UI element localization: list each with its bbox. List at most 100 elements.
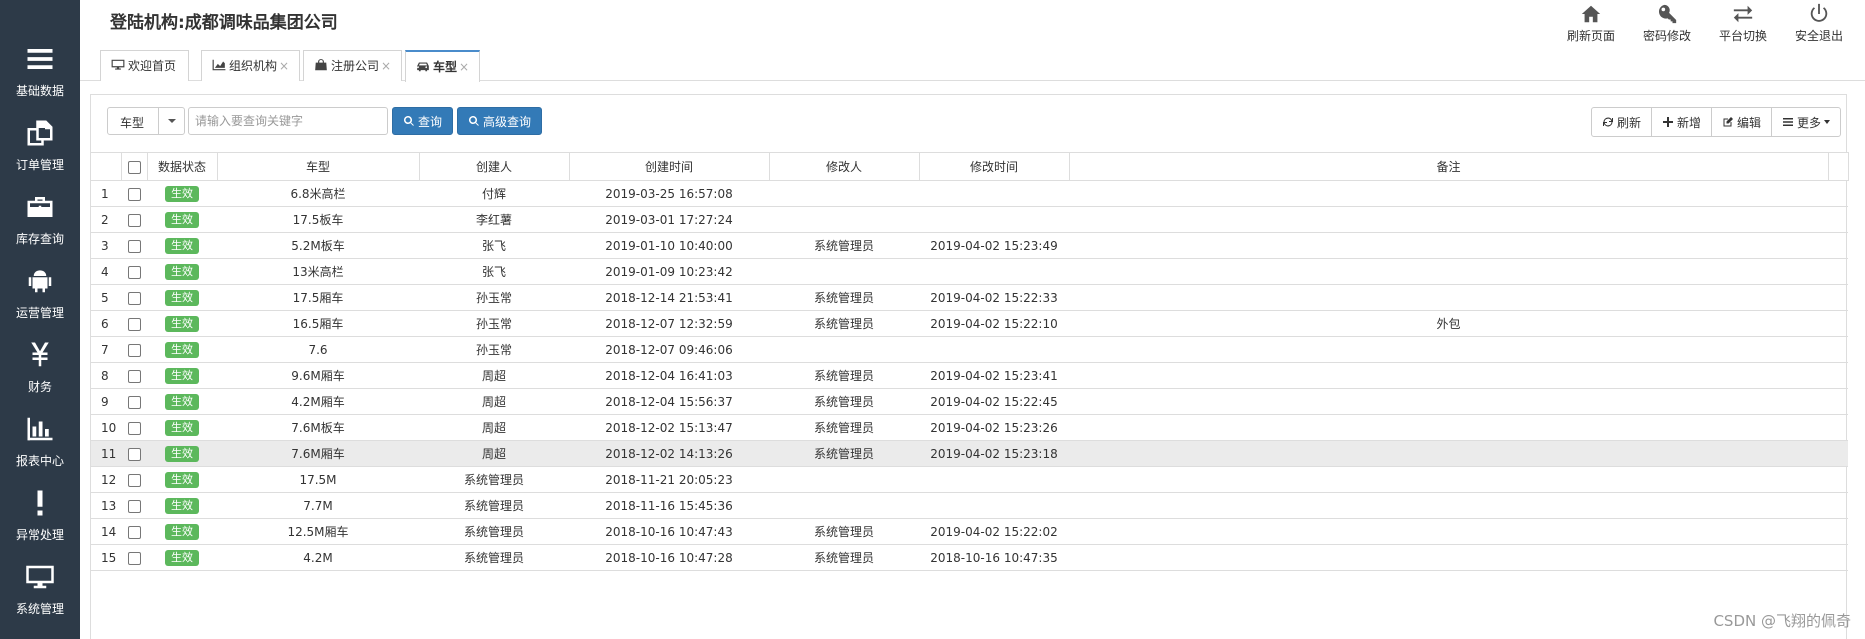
table-row[interactable]: 8 生效 9.6M厢车 周超 2018-12-04 16:41:03 系统管理员 2019-… [91, 362, 1848, 389]
table-row[interactable]: 14 生效 12.5M厢车 系统管理员 2018-10-16 10:47:43 系统管理员… [91, 518, 1848, 545]
desktop-icon [111, 52, 125, 70]
status-badge: 生效 [165, 549, 199, 566]
more-dropdown-label: 更多 [1796, 115, 1821, 130]
chevron-down-icon[interactable] [158, 108, 184, 134]
table-row[interactable]: 11 生效 7.6M厢车 周超 2018-12-02 14:13:26 系统管理员 2019… [91, 440, 1848, 467]
creator-cell: 李红薯 [419, 206, 569, 233]
query-button[interactable]: 查询 [392, 107, 454, 135]
table-row[interactable]: 4 生效 13米高栏 张飞 2019-01-09 10:23:42 [91, 258, 1848, 285]
select-all-checkbox[interactable] [127, 160, 141, 174]
scrollbar-gutter-cell [1828, 232, 1848, 259]
modifier-cell [769, 180, 919, 207]
modifier-cell: 系统管理员 [769, 518, 919, 545]
add-button[interactable]: 新增 [1652, 108, 1712, 136]
modified-time-cell: 2019-04-02 15:23:49 [919, 232, 1069, 259]
row-checkbox[interactable] [127, 291, 141, 305]
note-cell [1069, 544, 1828, 571]
edit-button[interactable]: 编辑 [1712, 108, 1772, 136]
table-row[interactable]: 5 生效 17.5厢车 孙玉常 2018-12-14 21:53:41 系统管理员 2019… [91, 284, 1848, 311]
column-header-modified[interactable]: 修改时间 [919, 152, 1070, 181]
sidebar-item-system[interactable]: 系统管理 [0, 554, 80, 626]
sidebar-item-label: 异常处理 [15, 528, 64, 542]
search-input[interactable] [188, 107, 388, 135]
status-badge: 生效 [165, 471, 199, 488]
status-cell: 生效 [147, 310, 217, 337]
scrollbar-gutter-cell [1828, 284, 1848, 311]
sidebar-item-inventory[interactable]: 库存查询 [0, 184, 80, 256]
sidebar-item-exceptions[interactable]: 异常处理 [0, 480, 80, 552]
table-row[interactable]: 6 生效 16.5厢车 孙玉常 2018-12-07 12:32:59 系统管理员 2019… [91, 310, 1848, 337]
table-row[interactable]: 3 生效 5.2M板车 张飞 2019-01-10 10:40:00 系统管理员 2019-… [91, 232, 1848, 259]
row-number-cell: 2 [91, 206, 121, 233]
table-row[interactable]: 10 生效 7.6M板车 周超 2018-12-02 15:13:47 系统管理员 2019… [91, 414, 1848, 441]
row-number-cell: 7 [91, 336, 121, 363]
note-cell [1069, 206, 1828, 233]
row-checkbox[interactable] [127, 473, 141, 487]
row-checkbox[interactable] [127, 239, 141, 253]
table-row[interactable]: 15 生效 4.2M 系统管理员 2018-10-16 10:47:28 系统管理员 201… [91, 544, 1848, 571]
row-checkbox[interactable] [127, 343, 141, 357]
sidebar-item-basic-data[interactable]: 基础数据 [0, 36, 80, 108]
row-checkbox[interactable] [127, 187, 141, 201]
action-toolbar: 刷新 新增 编辑 更多 [1590, 107, 1841, 137]
model-cell: 4.2M [217, 544, 419, 571]
tab-close-icon[interactable]: × [381, 59, 391, 73]
status-badge: 生效 [165, 497, 199, 514]
row-checkbox[interactable] [127, 499, 141, 513]
row-checkbox[interactable] [127, 317, 141, 331]
caret-down-icon [1824, 120, 1830, 124]
switch-platform-button[interactable]: 平台切换 [1705, 2, 1781, 44]
tab-vehicle-type[interactable]: 车型 × [405, 50, 481, 82]
sidebar-item-reports[interactable]: 报表中心 [0, 406, 80, 478]
scrollbar-gutter-cell [1828, 180, 1848, 207]
table-row[interactable]: 7 生效 7.6 孙玉常 2018-12-07 09:46:06 [91, 336, 1848, 363]
column-header-model[interactable]: 车型 [217, 152, 420, 181]
model-cell: 17.5厢车 [217, 284, 419, 311]
change-password-button[interactable]: 密码修改 [1629, 2, 1705, 44]
scrollbar-gutter-cell [1828, 440, 1848, 467]
creator-cell: 张飞 [419, 258, 569, 285]
advanced-query-button[interactable]: 高级查询 [457, 107, 543, 135]
row-checkbox[interactable] [127, 447, 141, 461]
column-header-note[interactable]: 备注 [1069, 152, 1829, 181]
created-time-cell: 2019-01-10 10:40:00 [569, 232, 769, 259]
column-header-modifier[interactable]: 修改人 [769, 152, 920, 181]
table-row[interactable]: 2 生效 17.5板车 李红薯 2019-03-01 17:27:24 [91, 206, 1848, 233]
tab-close-icon[interactable]: × [459, 60, 469, 74]
refresh-page-button[interactable]: 刷新页面 [1553, 2, 1629, 44]
home-icon [1581, 5, 1601, 23]
row-checkbox[interactable] [127, 421, 141, 435]
sidebar-item-operations[interactable]: 运营管理 [0, 258, 80, 330]
row-checkbox[interactable] [127, 395, 141, 409]
row-number-cell: 6 [91, 310, 121, 337]
column-header-creator[interactable]: 创建人 [419, 152, 570, 181]
table-row[interactable]: 12 生效 17.5M 系统管理员 2018-11-21 20:05:23 [91, 466, 1848, 493]
tab-registered-company[interactable]: 注册公司 × [303, 50, 403, 81]
row-checkbox[interactable] [127, 213, 141, 227]
created-time-cell: 2018-10-16 10:47:43 [569, 518, 769, 545]
column-header-status[interactable]: 数据状态 [147, 152, 218, 181]
row-number-cell: 8 [91, 362, 121, 389]
modified-time-cell: 2018-10-16 10:47:35 [919, 544, 1069, 571]
refresh-button[interactable]: 刷新 [1592, 108, 1652, 136]
table-row[interactable]: 1 生效 6.8米高栏 付辉 2019-03-25 16:57:08 [91, 180, 1848, 207]
logout-button[interactable]: 安全退出 [1781, 2, 1857, 44]
modified-time-cell [919, 258, 1069, 285]
table-row[interactable]: 13 生效 7.7M 系统管理员 2018-11-16 15:45:36 [91, 492, 1848, 519]
tab-welcome[interactable]: 欢迎首页 [100, 50, 190, 81]
tab-bar: 欢迎首页 组织机构 × 注册公司 × 车型 × [80, 50, 1865, 82]
table-row[interactable]: 9 生效 4.2M厢车 周超 2018-12-04 15:56:37 系统管理员 2019-… [91, 388, 1848, 415]
row-checkbox[interactable] [127, 369, 141, 383]
more-dropdown[interactable]: 更多 [1772, 108, 1840, 136]
tab-close-icon[interactable]: × [279, 59, 289, 73]
content-panel: 车型 查询 高级查询 刷新 新增 编辑 更多 [90, 94, 1849, 639]
tab-organization[interactable]: 组织机构 × [201, 50, 301, 81]
sidebar-item-orders[interactable]: 订单管理 [0, 110, 80, 182]
search-field-select[interactable]: 车型 [107, 107, 185, 135]
row-checkbox[interactable] [127, 551, 141, 565]
column-header-created[interactable]: 创建时间 [569, 152, 770, 181]
row-checkbox[interactable] [127, 265, 141, 279]
sidebar-item-finance[interactable]: 财务 [0, 332, 80, 404]
created-time-cell: 2018-11-21 20:05:23 [569, 466, 769, 493]
row-checkbox[interactable] [127, 525, 141, 539]
